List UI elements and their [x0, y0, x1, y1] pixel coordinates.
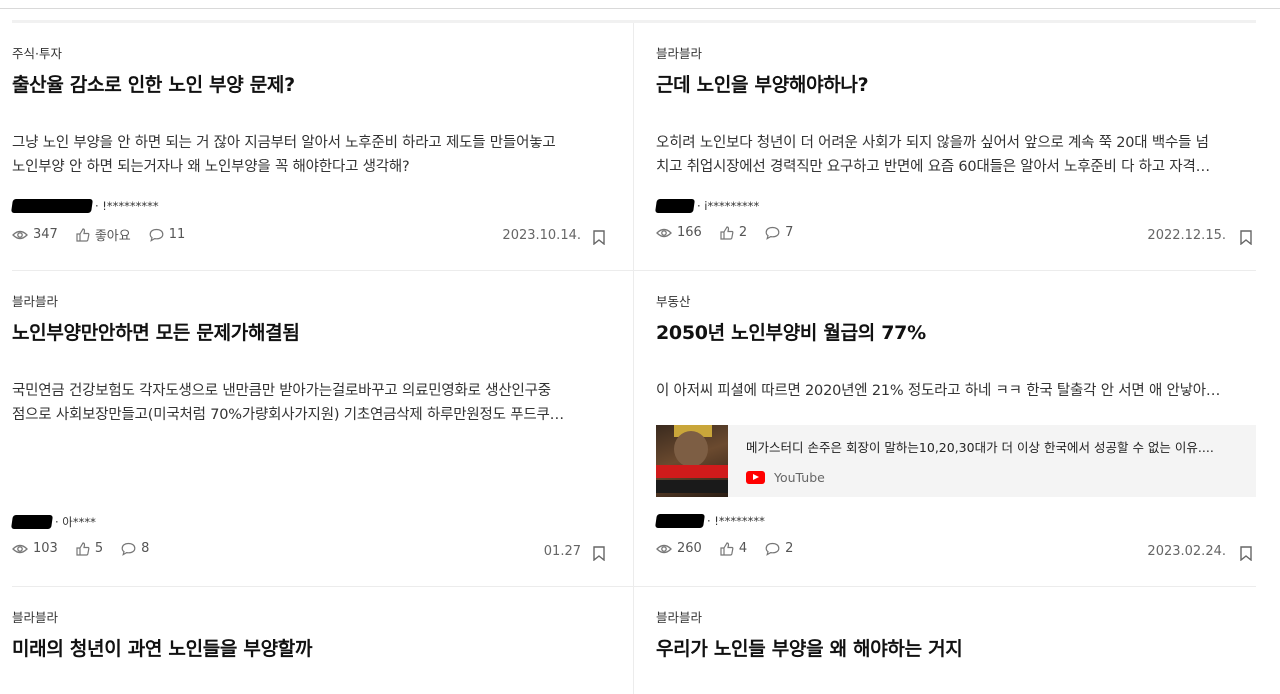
comment-icon [765, 542, 780, 556]
post-date: 01.27 [543, 544, 581, 559]
post-author[interactable]: · 아**** [11, 514, 96, 530]
excerpt-line: 오히려 노인보다 청년이 더 어려운 사회가 되지 않을까 싶어서 앞으로 계속… [656, 135, 1209, 151]
post-date: 2023.10.14. [502, 228, 581, 243]
post-category[interactable]: 블라블라 [12, 291, 58, 310]
video-title[interactable]: 메가스터디 손주은 회장이 말하는10,20,30대가 더 이상 한국에서 성공… [746, 437, 1236, 456]
like-button[interactable]: 5 [76, 541, 103, 556]
eye-icon [12, 230, 28, 239]
bookmark-icon[interactable] [593, 230, 605, 245]
post-stats: 347 좋아요 11 [12, 225, 203, 244]
post-title[interactable]: 미래의 청년이 과연 노인들을 부양할까 [12, 634, 312, 661]
post-author[interactable]: · !********* [11, 199, 159, 213]
redacted-nickname [655, 199, 695, 213]
post-card[interactable]: 주식·투자 출산율 감소로 인한 노인 부양 문제? 그냥 노인 부양을 안 하… [11, 23, 634, 270]
post-author[interactable]: · i********* [655, 199, 760, 213]
bookmark-icon[interactable] [1240, 546, 1252, 561]
post-title[interactable]: 노인부양만안하면 모든 문제가해결됨 [12, 318, 300, 345]
comment-icon [149, 228, 164, 242]
author-id: · !********* [95, 199, 159, 213]
thumbs-up-icon [76, 541, 90, 556]
comment-icon [765, 226, 780, 240]
post-title[interactable]: 출산율 감소로 인한 노인 부양 문제? [12, 70, 295, 97]
view-count: 103 [12, 541, 58, 556]
comment-count[interactable]: 2 [765, 541, 793, 556]
redacted-nickname [11, 515, 53, 529]
author-id: · !******** [707, 514, 765, 528]
post-title[interactable]: 근데 노인을 부양해야하나? [656, 70, 869, 97]
post-category[interactable]: 블라블라 [12, 607, 58, 626]
post-excerpt[interactable]: 국민연금 건강보험도 각자도생으로 낸만큼만 받아가는걸로바꾸고 의료민영화로 … [12, 379, 608, 427]
post-stats: 166 2 7 [656, 225, 811, 240]
post-date: 2023.02.24. [1147, 544, 1226, 559]
video-source: YouTube [746, 470, 1236, 485]
post-excerpt[interactable]: 이 아저씨 피셜에 따르면 2020년엔 21% 정도라고 하네 ㅋㅋ 한국 탈… [656, 379, 1252, 403]
video-thumbnail[interactable] [656, 425, 728, 497]
post-category[interactable]: 부동산 [656, 291, 691, 310]
excerpt-line: 국민연금 건강보험도 각자도생으로 낸만큼만 받아가는걸로바꾸고 의료민영화로 … [12, 383, 551, 399]
post-category[interactable]: 주식·투자 [12, 43, 62, 62]
author-id: · i********* [697, 199, 760, 213]
post-excerpt[interactable]: 그냥 노인 부양을 안 하면 되는 거 잖아 지금부터 알아서 노후준비 하라고… [12, 131, 608, 179]
post-author[interactable]: · !******** [655, 514, 765, 528]
post-card[interactable]: 블라블라 미래의 청년이 과연 노인들을 부양할까 [12, 587, 634, 694]
excerpt-line: 그냥 노인 부양을 안 하면 되는 거 잖아 지금부터 알아서 노후준비 하라고… [12, 135, 556, 151]
redacted-nickname [11, 199, 93, 213]
post-stats: 103 5 8 [12, 541, 167, 556]
view-count: 166 [656, 225, 702, 240]
post-category[interactable]: 블라블라 [656, 43, 702, 62]
youtube-icon [746, 471, 765, 484]
thumbs-up-icon [720, 225, 734, 240]
post-category[interactable]: 블라블라 [656, 607, 702, 626]
excerpt-line: 노인부양 안 하면 되는거자나 왜 노인부양을 꼭 해야한다고 생각해? [12, 159, 410, 175]
thumbs-up-icon [76, 227, 90, 242]
post-card[interactable]: 블라블라 우리가 노인들 부양을 왜 해야하는 거지 [634, 587, 1256, 694]
eye-icon [12, 544, 28, 553]
post-row: 주식·투자 출산율 감소로 인한 노인 부양 문제? 그냥 노인 부양을 안 하… [11, 23, 1256, 271]
post-title[interactable]: 2050년 노인부양비 월급의 77% [656, 318, 926, 345]
post-card[interactable]: 부동산 2050년 노인부양비 월급의 77% 이 아저씨 피셜에 따르면 20… [634, 271, 1256, 586]
comment-count[interactable]: 7 [765, 225, 793, 240]
youtube-embed[interactable]: 메가스터디 손주은 회장이 말하는10,20,30대가 더 이상 한국에서 성공… [656, 425, 1256, 497]
redacted-nickname [655, 514, 705, 528]
excerpt-line: 이 아저씨 피셜에 따르면 2020년엔 21% 정도라고 하네 ㅋㅋ 한국 탈… [656, 383, 1221, 399]
post-card[interactable]: 블라블라 노인부양만안하면 모든 문제가해결됨 국민연금 건강보험도 각자도생으… [11, 271, 634, 586]
view-count: 260 [656, 541, 702, 556]
top-divider [0, 8, 1280, 9]
post-row: 블라블라 미래의 청년이 과연 노인들을 부양할까 블라블라 우리가 노인들 부… [12, 587, 1256, 694]
post-date: 2022.12.15. [1147, 228, 1226, 243]
post-title[interactable]: 우리가 노인들 부양을 왜 해야하는 거지 [656, 634, 963, 661]
like-button[interactable]: 좋아요 [76, 225, 131, 244]
comment-count[interactable]: 8 [121, 541, 149, 556]
post-row: 블라블라 노인부양만안하면 모든 문제가해결됨 국민연금 건강보험도 각자도생으… [11, 271, 1256, 587]
like-button[interactable]: 4 [720, 541, 747, 556]
post-excerpt[interactable]: 오히려 노인보다 청년이 더 어려운 사회가 되지 않을까 싶어서 앞으로 계속… [656, 131, 1252, 179]
comment-icon [121, 542, 136, 556]
excerpt-line: 치고 취업시장에선 경력직만 요구하고 반면에 요즘 60대들은 알아서 노후준… [656, 159, 1210, 175]
bookmark-icon[interactable] [593, 546, 605, 561]
thumbs-up-icon [720, 541, 734, 556]
eye-icon [656, 544, 672, 553]
author-id: · 아**** [55, 515, 96, 529]
excerpt-line: 점으로 사회보장만들고(미국처럼 70%가량회사가지원) 기초연금삭제 하루만원… [12, 407, 564, 423]
view-count: 347 [12, 227, 58, 242]
post-card[interactable]: 블라블라 근데 노인을 부양해야하나? 오히려 노인보다 청년이 더 어려운 사… [634, 23, 1256, 270]
post-stats: 260 4 2 [656, 541, 811, 556]
comment-count[interactable]: 11 [149, 227, 185, 242]
post-grid: 주식·투자 출산율 감소로 인한 노인 부양 문제? 그냥 노인 부양을 안 하… [11, 23, 1256, 694]
eye-icon [656, 228, 672, 237]
bookmark-icon[interactable] [1240, 230, 1252, 245]
like-button[interactable]: 2 [720, 225, 747, 240]
